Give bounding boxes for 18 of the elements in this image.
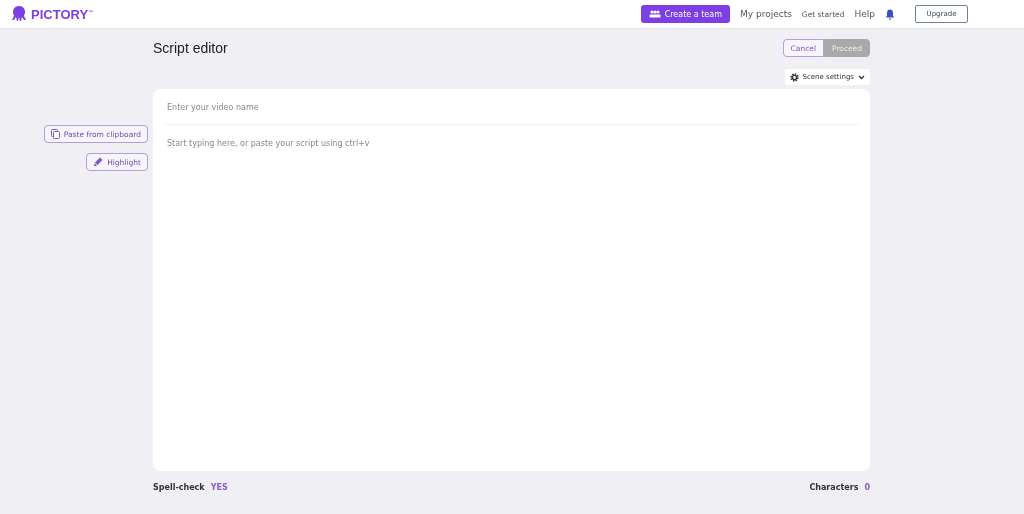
gear-icon xyxy=(789,72,799,82)
page-title: Script editor xyxy=(153,40,228,56)
characters-label: Characters xyxy=(809,482,859,492)
script-field[interactable]: Start typing here, or paste your script using ctrl+v xyxy=(153,125,870,471)
nav-link[interactable]: My projects xyxy=(739,9,792,19)
octopus-logo-icon xyxy=(10,5,28,23)
spell-check-value: YES xyxy=(210,482,228,492)
bell-icon[interactable] xyxy=(885,8,895,20)
create-team-button[interactable]: Create a team xyxy=(640,5,730,23)
copy-icon xyxy=(50,129,60,139)
marker-icon xyxy=(93,157,104,167)
team-icon xyxy=(648,10,661,18)
chevron-down-icon xyxy=(858,74,865,80)
video-name-field[interactable]: Enter your video name xyxy=(153,89,870,125)
characters-count: 0 xyxy=(864,482,870,492)
spell-check-label: Spell-check xyxy=(153,482,205,492)
logo-text: PICTORY$^{™}$ xyxy=(31,6,94,22)
nav-link[interactable]: Help xyxy=(854,9,875,19)
